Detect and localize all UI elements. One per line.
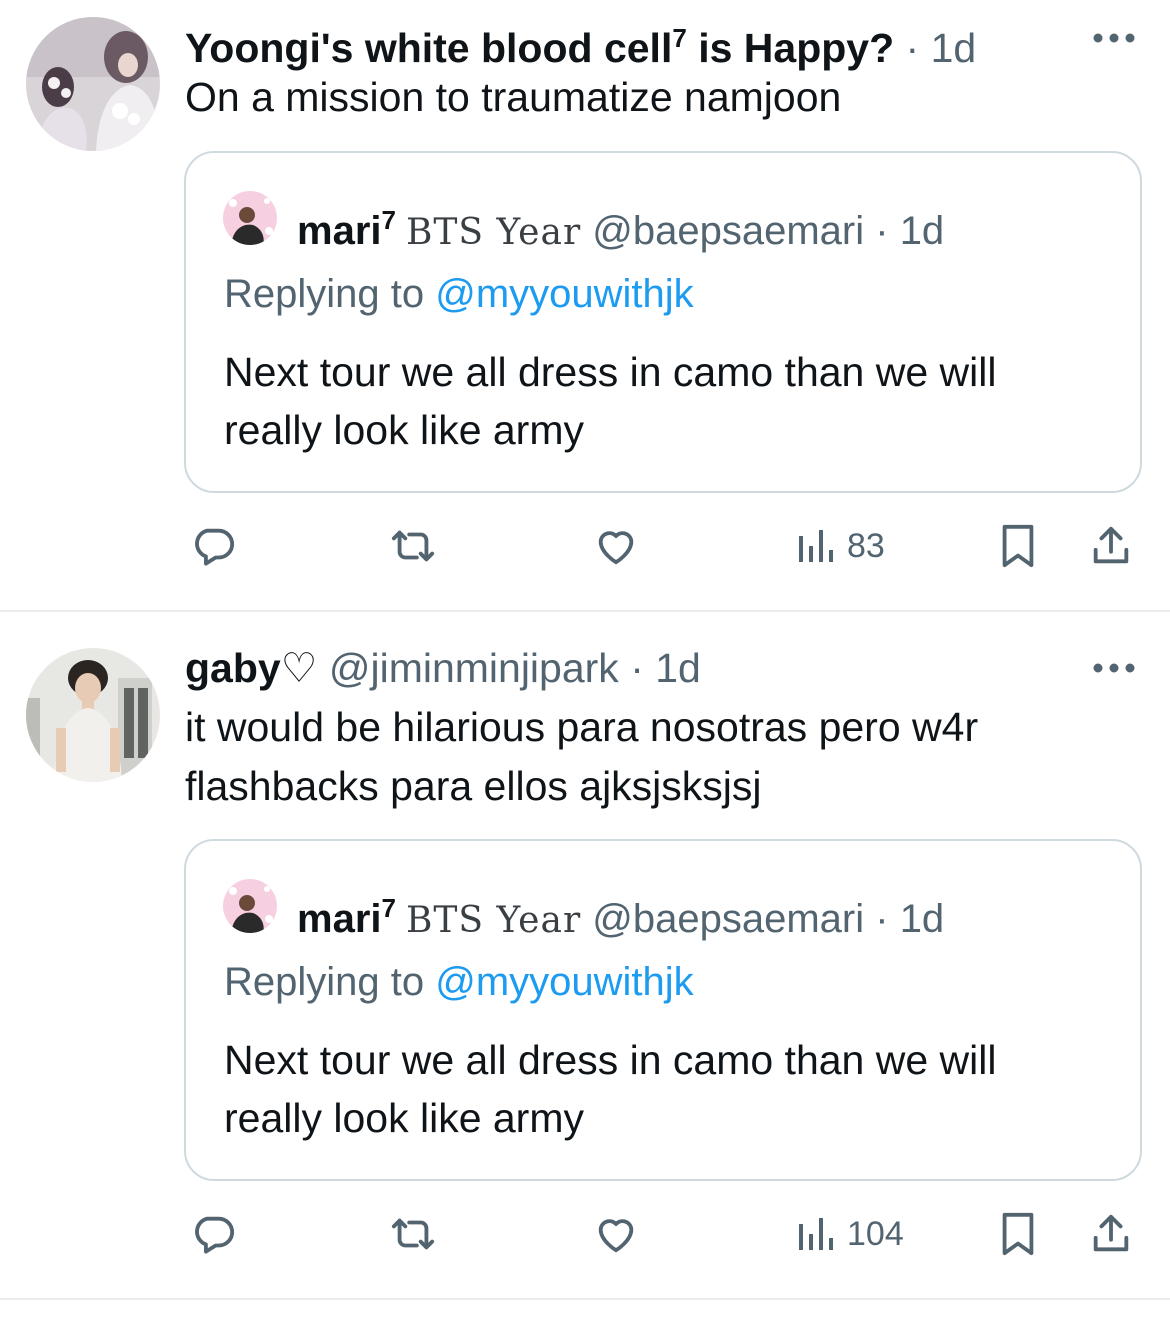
tweet-header: gaby♡ @jiminminjipark · 1d	[185, 644, 701, 692]
like-button[interactable]	[592, 516, 640, 576]
avatar[interactable]	[26, 17, 160, 151]
quote-name-badge: BTS Year	[405, 900, 582, 941]
retweet-icon	[391, 530, 435, 562]
quote-header: mari7 BTS Year @baepsaemari · 1d	[297, 885, 944, 944]
quote-text: Next tour we all dress in camo than we w…	[224, 349, 997, 453]
quote-display-name[interactable]: mari7	[297, 893, 396, 941]
tweet-text: it would be hilarious para nosotras pero…	[185, 704, 979, 809]
replying-label: Replying to	[224, 272, 436, 316]
bookmark-button[interactable]	[998, 1204, 1038, 1264]
quote-avatar	[223, 191, 277, 245]
reply-button[interactable]	[190, 516, 236, 576]
quote-handle[interactable]: @baepsaemari	[592, 897, 864, 941]
quote-header: mari7 BTS Year @baepsaemari · 1d	[297, 197, 944, 256]
avatar[interactable]	[26, 648, 160, 782]
avatar-image	[26, 17, 160, 151]
replying-to: Replying to @myyouwithjk	[224, 959, 694, 1005]
share-icon	[1093, 526, 1129, 564]
more-icon[interactable]	[1088, 28, 1140, 48]
quoted-tweet[interactable]: mari7 BTS Year @baepsaemari · 1d Replying…	[184, 839, 1142, 1181]
tweet-divider	[0, 1298, 1170, 1300]
share-icon	[1093, 1214, 1129, 1252]
replying-handle-link[interactable]: @myyouwithjk	[435, 272, 693, 316]
heart-icon	[598, 531, 634, 565]
tweet-text: On a mission to traumatize namjoon	[185, 74, 842, 120]
replying-handle-link[interactable]: @myyouwithjk	[435, 960, 693, 1004]
views-button[interactable]: 83	[795, 516, 885, 576]
views-icon	[799, 530, 833, 562]
retweet-button[interactable]	[386, 1204, 440, 1264]
quote-text: Next tour we all dress in camo than we w…	[224, 1037, 997, 1141]
tweet-actions: 104	[0, 1204, 1170, 1264]
views-count: 83	[847, 526, 885, 565]
views-icon	[799, 1218, 833, 1250]
replying-to: Replying to @myyouwithjk	[224, 271, 694, 317]
quote-avatar-image	[223, 879, 277, 933]
more-icon[interactable]	[1088, 658, 1140, 678]
replying-label: Replying to	[224, 960, 436, 1004]
separator: ·	[864, 209, 900, 253]
display-name[interactable]: Yoongi's white blood cell7 is Happy?	[185, 23, 894, 71]
bookmark-button[interactable]	[998, 516, 1038, 576]
share-button[interactable]	[1088, 1204, 1134, 1264]
quoted-tweet[interactable]: mari7 BTS Year @baepsaemari · 1d Replying…	[184, 151, 1142, 493]
retweet-button[interactable]	[386, 516, 440, 576]
reply-icon	[195, 1216, 235, 1254]
tweet[interactable]: Yoongi's white blood cell7 is Happy? · 1…	[0, 0, 1170, 610]
separator: ·	[618, 645, 656, 691]
display-name[interactable]: gaby♡	[185, 645, 317, 691]
quote-timestamp: 1d	[899, 897, 945, 941]
quote-display-name[interactable]: mari7	[297, 205, 396, 253]
tweet-header: Yoongi's white blood cell7 is Happy? · 1…	[185, 14, 976, 72]
retweet-icon	[391, 1218, 435, 1250]
like-button[interactable]	[592, 1204, 640, 1264]
separator: ·	[894, 25, 931, 71]
timestamp[interactable]: 1d	[655, 645, 701, 691]
reply-icon	[195, 528, 235, 566]
heart-icon	[598, 1219, 634, 1253]
share-button[interactable]	[1088, 516, 1134, 576]
avatar-image	[26, 648, 160, 782]
quote-name-badge: BTS Year	[405, 212, 582, 253]
bookmark-icon	[1002, 524, 1034, 568]
handle[interactable]: @jiminminjipark	[329, 645, 619, 691]
bookmark-icon	[1002, 1212, 1034, 1256]
reply-button[interactable]	[190, 1204, 236, 1264]
timestamp[interactable]: 1d	[931, 25, 977, 71]
quote-avatar	[223, 879, 277, 933]
views-count: 104	[847, 1214, 904, 1253]
separator: ·	[864, 897, 900, 941]
views-button[interactable]: 104	[795, 1204, 904, 1264]
quote-avatar-image	[223, 191, 277, 245]
tweet-actions: 83	[0, 516, 1170, 576]
quote-handle[interactable]: @baepsaemari	[592, 209, 864, 253]
tweet[interactable]: gaby♡ @jiminminjipark · 1d it would be h…	[0, 612, 1170, 1300]
quote-timestamp: 1d	[899, 209, 945, 253]
